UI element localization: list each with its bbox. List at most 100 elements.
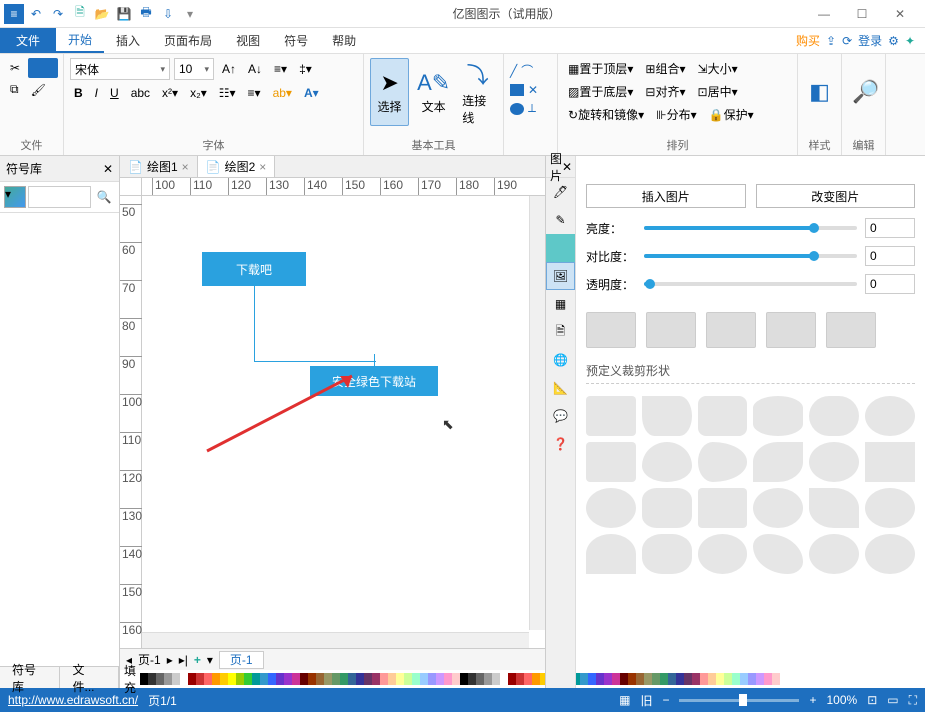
format-painter-icon[interactable]: 🖌 bbox=[27, 81, 50, 99]
shrink-font-icon[interactable]: A↓ bbox=[244, 60, 266, 78]
crop-shape[interactable] bbox=[642, 534, 692, 574]
crop-shape[interactable] bbox=[586, 396, 636, 436]
image-icon[interactable]: 🖼 bbox=[546, 262, 575, 290]
help-icon[interactable]: ❓ bbox=[546, 430, 575, 458]
fit-width-icon[interactable]: ▭ bbox=[887, 693, 898, 707]
zoom-out-icon[interactable]: − bbox=[662, 693, 669, 707]
canvas[interactable]: 下载吧 安全绿色下载站 ⬉ bbox=[142, 196, 545, 648]
color-swatch[interactable] bbox=[228, 673, 236, 685]
crop-shape[interactable] bbox=[865, 534, 915, 574]
slider-value[interactable]: 0 bbox=[865, 246, 915, 266]
bullets-icon[interactable]: ≡▾ bbox=[270, 60, 291, 78]
rotate-button[interactable]: ↻ 旋转和镜像▾ bbox=[564, 104, 648, 125]
color-swatch[interactable] bbox=[244, 673, 252, 685]
size-button[interactable]: ⇲ 大小▾ bbox=[694, 58, 742, 79]
color-swatch[interactable] bbox=[252, 673, 260, 685]
color-swatch[interactable] bbox=[204, 673, 212, 685]
zoom-slider[interactable] bbox=[679, 699, 799, 702]
crop-shape[interactable] bbox=[698, 488, 748, 528]
crop-shape[interactable] bbox=[586, 534, 636, 574]
numbering-icon[interactable]: ☷▾ bbox=[215, 84, 240, 102]
color-swatch[interactable] bbox=[164, 673, 172, 685]
crop-shape[interactable] bbox=[753, 534, 803, 574]
insert-image-button[interactable]: 插入图片 bbox=[586, 184, 746, 208]
crop-shape[interactable] bbox=[642, 442, 692, 482]
crop-shape[interactable] bbox=[865, 488, 915, 528]
crop-shape[interactable] bbox=[809, 488, 859, 528]
color-swatch[interactable] bbox=[180, 673, 188, 685]
arc-shape-icon[interactable]: ⌒ bbox=[521, 62, 533, 79]
scrollbar-vertical[interactable] bbox=[529, 196, 545, 630]
color-swatch[interactable] bbox=[500, 673, 508, 685]
font-color-icon[interactable]: A▾ bbox=[300, 84, 323, 102]
cut-icon[interactable]: ✂ bbox=[6, 59, 24, 77]
font-size-combo[interactable]: 10▾ bbox=[174, 58, 214, 80]
doc-tab-2[interactable]: 📄绘图2× bbox=[198, 156, 276, 177]
crop-shape[interactable] bbox=[809, 442, 859, 482]
color-swatch[interactable] bbox=[140, 673, 148, 685]
slider-track[interactable] bbox=[644, 254, 857, 258]
page-nav-next[interactable]: ▸ bbox=[167, 653, 173, 667]
new-icon[interactable]: 🗎 bbox=[70, 4, 90, 24]
center-button[interactable]: ⊡ 居中▾ bbox=[694, 81, 742, 102]
tab-insert[interactable]: 插入 bbox=[104, 28, 152, 53]
color-swatch[interactable] bbox=[284, 673, 292, 685]
color-swatch[interactable] bbox=[532, 673, 540, 685]
select-tool[interactable]: ➤选择 bbox=[370, 58, 409, 126]
scrollbar-horizontal[interactable] bbox=[142, 632, 529, 648]
refresh-icon[interactable]: ⟳ bbox=[842, 34, 852, 48]
crop-shape[interactable] bbox=[753, 442, 803, 482]
crop-shape[interactable] bbox=[698, 442, 748, 482]
grow-font-icon[interactable]: A↑ bbox=[218, 60, 240, 78]
effect-thumb[interactable] bbox=[646, 312, 696, 348]
color-swatch[interactable] bbox=[428, 673, 436, 685]
color-swatch[interactable] bbox=[404, 673, 412, 685]
connector-tool[interactable]: ⤵连接线 bbox=[458, 58, 497, 126]
find-button[interactable]: 🔎 bbox=[848, 58, 883, 126]
pen-icon[interactable]: ✎ bbox=[546, 206, 575, 234]
brush-icon[interactable]: 🖊 bbox=[546, 178, 575, 206]
close-icon[interactable]: × bbox=[259, 160, 266, 174]
bring-front-button[interactable]: ▦ 置于顶层▾ bbox=[564, 58, 637, 79]
crop-shape[interactable] bbox=[865, 442, 915, 482]
crop-shape-icon[interactable]: ⟂ bbox=[528, 101, 536, 116]
color-swatch[interactable] bbox=[316, 673, 324, 685]
delete-shape-icon[interactable]: ✕ bbox=[528, 83, 538, 97]
tab-view[interactable]: 视图 bbox=[224, 28, 272, 53]
undo-icon[interactable]: ↶ bbox=[26, 4, 46, 24]
view-mode-icon[interactable]: ▦ bbox=[619, 693, 630, 707]
menu-icon[interactable]: ≡ bbox=[4, 4, 24, 24]
color-swatch[interactable] bbox=[476, 673, 484, 685]
share-icon[interactable]: ⇪ bbox=[826, 34, 836, 48]
color-swatch[interactable] bbox=[436, 673, 444, 685]
bold-icon[interactable]: B bbox=[70, 84, 87, 102]
color-swatch[interactable] bbox=[236, 673, 244, 685]
effect-thumb[interactable] bbox=[586, 312, 636, 348]
send-back-button[interactable]: ▨ 置于底层▾ bbox=[564, 81, 637, 102]
status-url[interactable]: http://www.edrawsoft.cn/ bbox=[8, 693, 138, 707]
apps-icon[interactable]: ✦ bbox=[905, 34, 915, 48]
crop-shape[interactable] bbox=[809, 534, 859, 574]
tab-help[interactable]: 帮助 bbox=[320, 28, 368, 53]
crop-shape[interactable] bbox=[586, 488, 636, 528]
zoom-value[interactable]: 100% bbox=[826, 693, 857, 707]
crop-shape[interactable] bbox=[698, 396, 748, 436]
color-swatch[interactable] bbox=[356, 673, 364, 685]
color-swatch[interactable] bbox=[172, 673, 180, 685]
line-spacing-icon[interactable]: ‡▾ bbox=[295, 60, 316, 78]
color-swatch[interactable] bbox=[420, 673, 428, 685]
change-image-button[interactable]: 改变图片 bbox=[756, 184, 916, 208]
category-selector[interactable]: ▾ bbox=[4, 186, 26, 208]
color-swatch[interactable] bbox=[388, 673, 396, 685]
color-swatch[interactable] bbox=[412, 673, 420, 685]
color-swatch[interactable] bbox=[340, 673, 348, 685]
ruler-icon[interactable]: 📐 bbox=[546, 374, 575, 402]
highlight-icon[interactable]: ab▾ bbox=[269, 84, 296, 102]
style-button[interactable]: ◧ bbox=[804, 58, 835, 126]
buy-link[interactable]: 购买 bbox=[796, 32, 820, 49]
color-swatch[interactable] bbox=[380, 673, 388, 685]
crop-shape[interactable] bbox=[809, 396, 859, 436]
effect-thumb[interactable] bbox=[766, 312, 816, 348]
rect-shape-icon[interactable] bbox=[510, 84, 524, 96]
slider-track[interactable] bbox=[644, 282, 857, 286]
